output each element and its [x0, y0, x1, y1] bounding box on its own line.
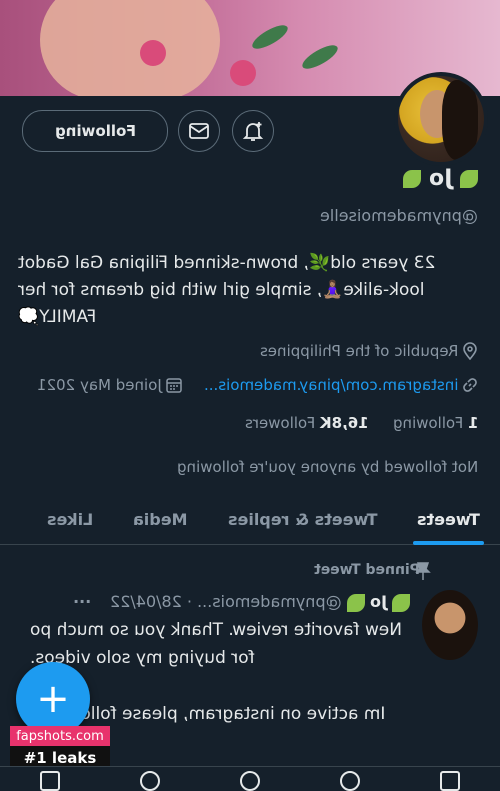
profile-handle: @pnymademoiselle — [320, 206, 478, 225]
message-button[interactable] — [178, 110, 220, 152]
bottom-navigation — [0, 766, 500, 791]
tweet-handle: @pnymademois... — [197, 592, 342, 611]
banner-leaf — [299, 40, 341, 74]
joined-date: Joined May 2021 — [36, 376, 162, 394]
tab-label: Tweets & replies — [227, 509, 378, 529]
pinned-tweet-label: Pinned Tweet — [314, 562, 420, 578]
notifications-nav-icon[interactable] — [140, 771, 160, 791]
following-label: Following — [392, 414, 463, 432]
follow-stats: Followers 16,8K Following 1 — [245, 414, 478, 432]
banner-flower — [140, 40, 166, 66]
location-text: Republic of the Philippines — [259, 342, 458, 360]
tweet-date: · 28/04/22 — [110, 592, 193, 611]
following-stat[interactable]: Following 1 — [393, 414, 478, 432]
compose-tweet-button[interactable]: + — [16, 662, 90, 736]
tab-label: Likes — [46, 509, 94, 529]
home-nav-icon[interactable] — [440, 771, 460, 791]
plus-icon: + — [36, 676, 70, 722]
tab-media[interactable]: Media — [113, 494, 208, 544]
tweet-header: ··· · 28/04/22 @pnymademois... Jo — [73, 592, 410, 612]
leaf-emoji-icon — [460, 170, 478, 188]
profile-bio-text: 23 years old🌿, brown-skinned Filipina Ga… — [18, 253, 436, 327]
profile-name: Jo — [429, 166, 453, 191]
leaf-emoji-icon — [392, 593, 410, 612]
leaf-emoji-icon — [346, 593, 365, 612]
followers-count: 16,8K — [320, 414, 369, 432]
tab-label: Tweets — [417, 509, 480, 529]
watermark-site-text: fapshots.com — [16, 728, 104, 744]
watermark-site: fapshots.com — [10, 726, 110, 746]
tab-likes[interactable]: Likes — [27, 494, 113, 544]
following-button[interactable]: Following — [22, 110, 168, 152]
profile-name-row: Jo — [403, 166, 478, 191]
search-nav-icon[interactable] — [340, 771, 360, 791]
link-icon — [463, 378, 477, 392]
tab-tweets-replies[interactable]: Tweets & replies — [208, 494, 397, 544]
watermark-tagline-text: #1 leaks — [23, 749, 97, 767]
followed-by-text: Not followed by anyone you're following — [176, 458, 478, 476]
messages-nav-icon[interactable] — [40, 771, 60, 791]
tab-tweets[interactable]: Tweets — [397, 494, 500, 545]
tab-label: Media — [133, 509, 188, 529]
banner-flower — [230, 60, 256, 86]
notifications-button[interactable] — [232, 110, 274, 152]
location-pin-icon — [463, 342, 477, 360]
followers-label: Followers — [245, 414, 316, 432]
more-icon: ··· — [72, 592, 91, 611]
profile-handle-text: @pnymademoiselle — [320, 206, 478, 225]
followers-stat[interactable]: Followers 16,8K — [245, 414, 373, 432]
mail-icon — [189, 123, 209, 139]
profile-bio: 23 years old🌿, brown-skinned Filipina Ga… — [18, 250, 478, 331]
profile-avatar[interactable] — [394, 72, 488, 166]
spaces-nav-icon[interactable] — [240, 771, 260, 791]
tweet-text-paragraph: New favorite review. Thank you so much p… — [30, 620, 403, 668]
banner-leaf — [249, 20, 291, 54]
avatar-hair — [442, 80, 478, 160]
banner-hand-image — [40, 0, 220, 96]
tweet-author-avatar[interactable] — [422, 590, 478, 660]
profile-tabs: Tweets Tweets & replies Media Likes — [0, 494, 500, 545]
leaf-emoji-icon — [403, 170, 422, 188]
following-count: 1 — [467, 414, 478, 432]
tweet-author-name[interactable]: Jo — [370, 592, 387, 611]
pinned-label-text: Pinned Tweet — [313, 562, 420, 578]
website-link[interactable]: instagram.com/pinay.mademois... — [204, 376, 458, 394]
profile-meta-row: Joined May 2021 instagram.com/pinay.made… — [37, 376, 478, 394]
tweet-more-button[interactable]: ··· — [73, 592, 91, 611]
calendar-icon — [165, 378, 182, 393]
profile-location: Republic of the Philippines — [260, 342, 478, 360]
followed-by-note: Not followed by anyone you're following — [177, 458, 478, 476]
bell-plus-icon — [242, 122, 264, 141]
following-button-label: Following — [54, 122, 136, 140]
